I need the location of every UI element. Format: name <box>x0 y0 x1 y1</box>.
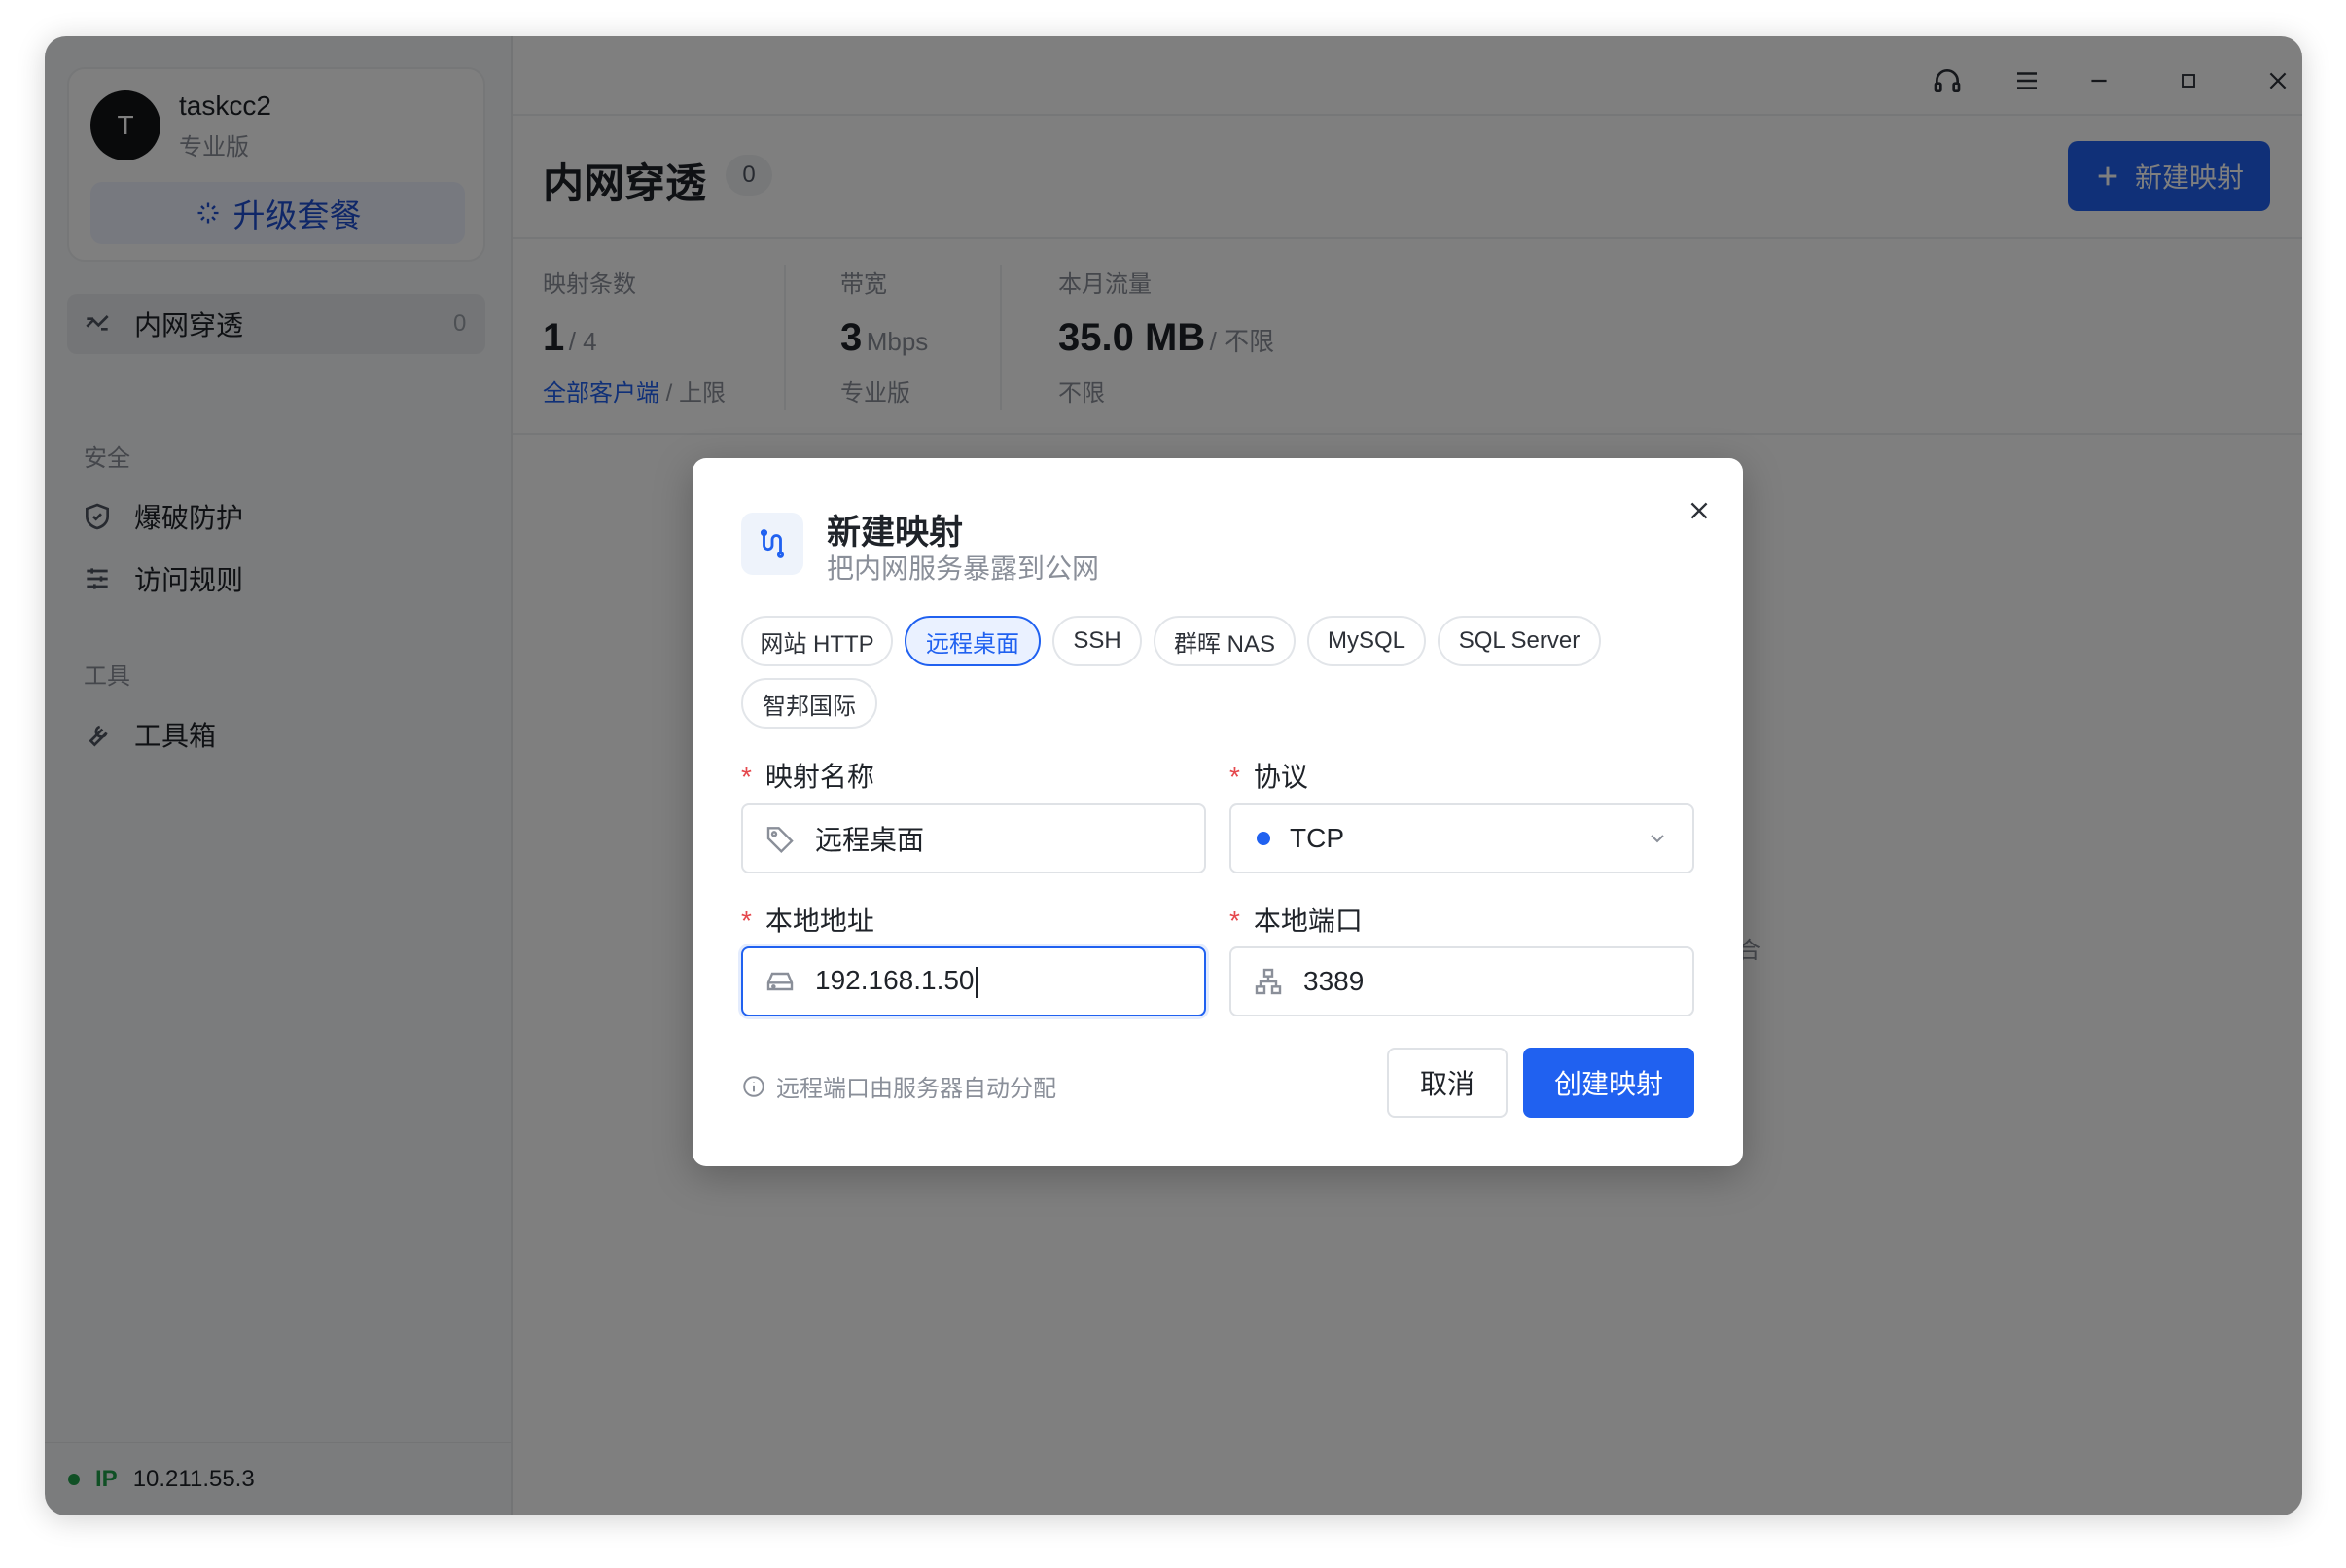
name-field[interactable]: 远程桌面 <box>741 803 1206 873</box>
hint: 远程端口由服务器自动分配 <box>741 1069 1056 1103</box>
required-mark: * <box>741 906 752 936</box>
cancel-button[interactable]: 取消 <box>1387 1048 1508 1118</box>
create-mapping-button[interactable]: 创建映射 <box>1523 1048 1694 1118</box>
local-address-label: * 本地地址 <box>741 900 874 939</box>
protocol-dot <box>1257 832 1270 845</box>
local-address-value-wrap: 192.168.1.50 <box>815 965 978 998</box>
local-port-value: 3389 <box>1303 966 1365 996</box>
chevron-down-icon <box>1651 835 1664 843</box>
preset-chip-rdp[interactable]: 远程桌面 <box>905 616 1041 666</box>
protocol-select[interactable]: TCP <box>1229 803 1694 873</box>
new-mapping-dialog: 新建映射 把内网服务暴露到公网 网站 HTTP 远程桌面 SSH 群晖 NAS … <box>693 458 1743 1166</box>
required-mark: * <box>1229 906 1240 936</box>
required-mark: * <box>741 762 752 792</box>
close-icon[interactable] <box>1680 491 1719 530</box>
name-value: 远程桌面 <box>815 825 925 855</box>
mapping-icon <box>741 513 803 575</box>
protocol-label: * 协议 <box>1229 756 1308 795</box>
local-address-value: 192.168.1.50 <box>815 965 975 996</box>
local-port-label: * 本地端口 <box>1229 900 1363 939</box>
name-label-text: 映射名称 <box>764 762 874 792</box>
preset-chip-ssh[interactable]: SSH <box>1052 616 1142 666</box>
hint-text: 远程端口由服务器自动分配 <box>776 1076 1056 1102</box>
tag-icon <box>766 827 794 854</box>
local-port-field[interactable]: 3389 <box>1229 946 1694 1016</box>
preset-chip-http[interactable]: 网站 HTTP <box>741 616 893 666</box>
dialog-subtitle: 把内网服务暴露到公网 <box>827 553 1100 584</box>
protocol-value: TCP <box>1290 823 1344 853</box>
required-mark: * <box>1229 762 1240 792</box>
text-caret <box>975 966 978 998</box>
name-label: * 映射名称 <box>741 756 874 795</box>
local-port-label-text: 本地端口 <box>1253 906 1363 936</box>
preset-chip-sqlserver[interactable]: SQL Server <box>1438 616 1601 666</box>
preset-chip-mysql[interactable]: MySQL <box>1307 616 1426 666</box>
info-icon <box>743 1075 764 1097</box>
preset-chip-zhibang[interactable]: 智邦国际 <box>741 678 877 729</box>
preset-chip-nas[interactable]: 群晖 NAS <box>1154 616 1296 666</box>
local-address-field[interactable]: 192.168.1.50 <box>741 946 1206 1016</box>
app-window: T taskcc2 专业版 升级套餐 内网穿透 0 安全 爆破防护 访问规则 工… <box>45 36 2302 1515</box>
local-address-label-text: 本地地址 <box>764 906 874 936</box>
hard-drive-icon <box>766 972 794 991</box>
protocol-label-text: 协议 <box>1253 762 1308 792</box>
network-icon <box>1255 968 1282 995</box>
